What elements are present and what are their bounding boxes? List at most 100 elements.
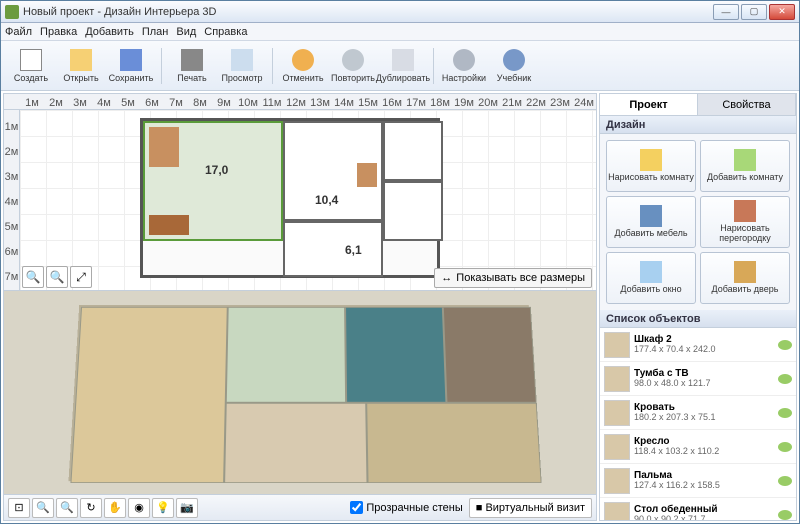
settings-button[interactable]: Настройки [440, 44, 488, 88]
visibility-icon[interactable] [778, 510, 792, 520]
menu-plan[interactable]: План [142, 26, 169, 38]
furniture-wardrobe[interactable] [149, 127, 179, 167]
menu-edit[interactable]: Правка [40, 26, 77, 38]
open-button[interactable]: Открыть [57, 44, 105, 88]
save-button[interactable]: Сохранить [107, 44, 155, 88]
tab-project[interactable]: Проект [600, 94, 698, 115]
floor-outline: 17,0 10,4 6,1 [140, 118, 440, 278]
view3d-light[interactable]: 💡 [152, 498, 174, 518]
draw-wall-button[interactable]: Нарисовать перегородку [700, 196, 790, 248]
maximize-button[interactable]: ▢ [741, 4, 767, 20]
menu-view[interactable]: Вид [176, 26, 196, 38]
print-button[interactable]: Печать [168, 44, 216, 88]
draw-room-icon [640, 149, 662, 171]
ruler-h-tick: 7м [164, 97, 188, 109]
object-row[interactable]: Пальма127.4 x 116.2 x 158.5 [600, 464, 796, 498]
view3d-snapshot[interactable]: 📷 [176, 498, 198, 518]
zoom-out-2d[interactable]: 🔍 [22, 266, 44, 288]
room-2[interactable]: 10,4 [283, 121, 383, 221]
furniture-sofa[interactable] [149, 215, 189, 235]
ruler-vertical: 1м2м3м4м5м6м7м [4, 110, 20, 290]
visibility-icon[interactable] [778, 408, 792, 418]
preview-button[interactable]: Просмотр [218, 44, 266, 88]
ruler-h-tick: 21м [500, 97, 524, 109]
object-row[interactable]: Стол обеденный90.0 x 90.2 x 71.7 [600, 498, 796, 520]
view3d-zoomout[interactable]: 🔍 [32, 498, 54, 518]
object-thumb [604, 366, 630, 392]
view3d-zoomfit[interactable]: ⊡ [8, 498, 30, 518]
view3d-rotate[interactable]: ↻ [80, 498, 102, 518]
duplicate-icon [392, 49, 414, 71]
visibility-icon[interactable] [778, 442, 792, 452]
object-dims: 127.4 x 116.2 x 158.5 [634, 481, 774, 491]
object-thumb [604, 502, 630, 521]
menu-file[interactable]: Файл [5, 26, 32, 38]
transparent-walls-checkbox[interactable]: Прозрачные стены [350, 501, 462, 514]
zoom-fit-2d[interactable]: ⤢ [70, 266, 92, 288]
view-3d[interactable]: ⊡ 🔍 🔍 ↻ ✋ ◉ 💡 📷 Прозрачные стены ■ Вирту… [4, 290, 596, 520]
object-dims: 180.2 x 207.3 x 75.1 [634, 413, 774, 423]
menu-add[interactable]: Добавить [85, 26, 134, 38]
visibility-icon[interactable] [778, 374, 792, 384]
transparent-walls-input[interactable] [350, 501, 363, 514]
add-door-button[interactable]: Добавить дверь [700, 252, 790, 304]
view3d-pan[interactable]: ✋ [104, 498, 126, 518]
room-4[interactable] [383, 181, 443, 241]
minimize-button[interactable]: — [713, 4, 739, 20]
duplicate-button[interactable]: Дублировать [379, 44, 427, 88]
visibility-icon[interactable] [778, 476, 792, 486]
undo-button[interactable]: Отменить [279, 44, 327, 88]
ruler-h-tick: 23м [548, 97, 572, 109]
ruler-h-tick: 11м [260, 97, 284, 109]
new-button[interactable]: Создать [7, 44, 55, 88]
room-3[interactable] [383, 121, 443, 181]
objects-panel-header: Список объектов [600, 310, 796, 328]
object-dims: 177.4 x 70.4 x 242.0 [634, 345, 774, 355]
view3d-camera[interactable]: ◉ [128, 498, 150, 518]
draw-room-button[interactable]: Нарисовать комнату [606, 140, 696, 192]
object-list[interactable]: Шкаф 2177.4 x 70.4 x 242.0Тумба с ТВ98.0… [600, 328, 796, 520]
object-row[interactable]: Кресло118.4 x 103.2 x 110.2 [600, 430, 796, 464]
add-window-button[interactable]: Добавить окно [606, 252, 696, 304]
preview-icon [231, 49, 253, 71]
zoom-in-2d[interactable]: 🔍 [46, 266, 68, 288]
ruler-h-tick: 14м [332, 97, 356, 109]
ruler-v-tick: 1м [4, 114, 19, 139]
ruler-v-tick: 7м [4, 265, 19, 290]
object-row[interactable]: Кровать180.2 x 207.3 x 75.1 [600, 396, 796, 430]
room-5-area: 6,1 [345, 243, 362, 257]
tutorial-button[interactable]: Учебник [490, 44, 538, 88]
ruler-h-tick: 6м [140, 97, 164, 109]
add-furniture-icon [640, 205, 662, 227]
redo-button[interactable]: Повторить [329, 44, 377, 88]
draw-wall-icon [734, 200, 756, 222]
view3d-toolbar: ⊡ 🔍 🔍 ↻ ✋ ◉ 💡 📷 Прозрачные стены ■ Вирту… [4, 494, 596, 520]
undo-icon [292, 49, 314, 71]
menu-help[interactable]: Справка [204, 26, 247, 38]
tab-properties[interactable]: Свойства [698, 94, 796, 115]
close-button[interactable]: ✕ [769, 4, 795, 20]
canvas-area: 1м2м3м4м5м6м7м8м9м10м11м12м13м14м15м16м1… [3, 93, 597, 521]
room3d-2 [226, 307, 346, 403]
object-dims: 118.4 x 103.2 x 110.2 [634, 447, 774, 457]
object-row[interactable]: Тумба с ТВ98.0 x 48.0 x 121.7 [600, 362, 796, 396]
app-window: Новый проект - Дизайн Интерьера 3D — ▢ ✕… [0, 0, 800, 524]
room-2-area: 10,4 [315, 193, 338, 207]
room-5[interactable]: 6,1 [283, 221, 383, 277]
visibility-icon[interactable] [778, 340, 792, 350]
room-1-area: 17,0 [205, 163, 228, 177]
add-room-button[interactable]: Добавить комнату [700, 140, 790, 192]
ruler-h-tick: 3м [68, 97, 92, 109]
ruler-h-tick: 1м [20, 97, 44, 109]
room3d-5 [224, 403, 367, 483]
virtual-visit-button[interactable]: ■ Виртуальный визит [469, 498, 592, 518]
object-row[interactable]: Шкаф 2177.4 x 70.4 x 242.0 [600, 328, 796, 362]
furniture-table[interactable] [357, 163, 377, 187]
show-dimensions-button[interactable]: ↔ Показывать все размеры [434, 268, 592, 288]
new-icon [20, 49, 42, 71]
ruler-h-tick: 10м [236, 97, 260, 109]
add-furniture-button[interactable]: Добавить мебель [606, 196, 696, 248]
floorplan-2d[interactable]: 17,0 10,4 6,1 🔍 🔍 [20, 110, 596, 290]
view3d-zoomin[interactable]: 🔍 [56, 498, 78, 518]
room-1[interactable]: 17,0 [143, 121, 283, 241]
